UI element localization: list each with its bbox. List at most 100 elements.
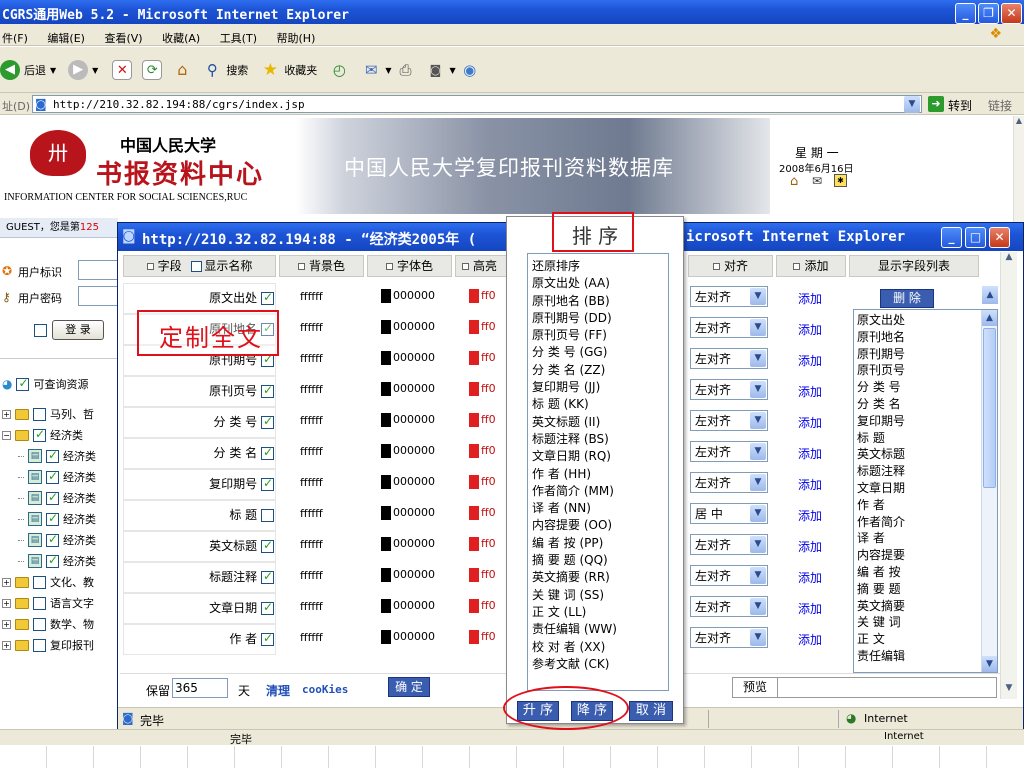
field-list-item[interactable]: 作 者 [857,497,905,514]
sort-list-box[interactable]: 还原排序 原文出处 (AA) 原刊地名 (BB) 原刊期号 (DD) 原刊页号 (FF)… [527,253,669,691]
field-list-scrollbar[interactable]: ▲ ▼ [981,310,997,672]
add-cell[interactable]: 添加 [798,631,822,648]
go-button[interactable]: 转到 [948,97,972,114]
align-select[interactable]: 左对齐 ▼ [690,627,768,648]
highlight-color-cell[interactable]: ff0 [469,413,496,427]
clear-link[interactable]: 清理 [266,682,290,699]
sort-list-item[interactable]: 还原排序 [532,258,617,275]
bg-color-cell[interactable]: ffffff [300,352,323,365]
bg-color-cell[interactable]: ffffff [300,569,323,582]
add-link[interactable]: 添加 [798,416,822,430]
menu-help[interactable]: 帮助(H) [277,32,316,45]
sort-list-item[interactable]: 原刊期号 (DD) [532,310,617,327]
highlight-color-cell[interactable]: ff0 [469,599,496,613]
align-dropdown-icon[interactable]: ▼ [750,567,766,584]
font-color-cell[interactable]: 000000 [381,444,435,458]
sort-list-item[interactable]: 分 类 名 (ZZ) [532,362,617,379]
messenger-icon[interactable]: ◉ [460,60,480,80]
bg-color-cell[interactable]: ffffff [300,321,323,334]
font-color-cell[interactable]: 000000 [381,599,435,613]
user-input[interactable] [78,260,118,280]
highlight-color-cell[interactable]: ff0 [469,506,496,520]
menu-edit[interactable]: 编辑(E) [47,32,85,45]
tree-checkbox[interactable] [46,511,59,526]
history-icon[interactable]: ◴ [329,60,349,80]
add-link[interactable]: 添加 [798,354,822,368]
field-list-item[interactable]: 摘 要 题 [857,581,905,598]
add-cell[interactable]: 添加 [798,476,822,493]
font-color-cell[interactable]: 000000 [381,506,435,520]
bg-color-cell[interactable]: ffffff [300,383,323,396]
align-select[interactable]: 左对齐 ▼ [690,441,768,462]
sort-list-item[interactable]: 校 对 者 (XX) [532,639,617,656]
add-cell[interactable]: 添加 [798,507,822,524]
top-field-scroll-icon[interactable]: ▲ [982,286,998,304]
expand-icon[interactable]: + [2,619,11,629]
field-list-item[interactable]: 分 类 名 [857,396,905,413]
align-select[interactable]: 左对齐 ▼ [690,286,768,307]
align-select[interactable]: 左对齐 ▼ [690,596,768,617]
font-color-cell[interactable]: 000000 [381,475,435,489]
bookmark-small-icon[interactable]: ✱ [834,174,847,187]
align-select[interactable]: 居 中 ▼ [690,503,768,524]
field-list-scroll-down-icon[interactable]: ▼ [982,656,997,672]
popup-scroll-down-icon[interactable]: ▼ [1001,683,1017,699]
sort-list-item[interactable]: 复印期号 (JJ) [532,379,617,396]
stop-icon[interactable]: ✕ [112,60,133,80]
mail-dropdown-icon[interactable]: ▼ [385,66,391,75]
tree-item[interactable]: + 复印报刊 [2,635,94,655]
scroll-up-icon[interactable]: ▲ [1014,116,1024,127]
address-url[interactable]: http://210.32.82.194:88/cgrs/index.jsp [53,98,305,111]
tree-checkbox[interactable] [33,575,46,589]
maximize-icon[interactable]: ❐ [978,3,999,24]
field-list-item[interactable]: 原刊地名 [857,329,905,346]
align-dropdown-icon[interactable]: ▼ [750,319,766,336]
bg-color-cell[interactable]: ffffff [300,507,323,520]
align-dropdown-icon[interactable]: ▼ [750,598,766,615]
search-icon[interactable]: ⚲ [202,60,222,80]
add-link[interactable]: 添加 [798,447,822,461]
cookies-link[interactable]: cooKies [302,683,348,696]
field-list-item[interactable]: 英文标题 [857,446,905,463]
add-link[interactable]: 添加 [798,385,822,399]
highlight-color-cell[interactable]: ff0 [469,630,496,644]
field-visible-checkbox[interactable] [261,476,274,491]
tree-checkbox[interactable] [33,638,46,652]
bg-color-cell[interactable]: ffffff [300,290,323,303]
add-cell[interactable]: 添加 [798,352,822,369]
tree-item[interactable]: ▤ 经济类 [18,446,96,466]
field-list-item[interactable]: 内容提要 [857,547,905,564]
expand-icon[interactable]: + [2,640,11,650]
popup-minimize-icon[interactable]: _ [941,227,962,248]
field-visible-checkbox[interactable] [261,445,274,460]
favorites-label[interactable]: 收藏夹 [284,62,317,78]
field-list-item[interactable]: 原文出处 [857,312,905,329]
add-link[interactable]: 添加 [798,509,822,523]
align-dropdown-icon[interactable]: ▼ [750,443,766,460]
highlight-color-cell[interactable]: ff0 [469,475,496,489]
home-small-icon[interactable]: ⌂ [790,174,798,189]
align-select[interactable]: 左对齐 ▼ [690,410,768,431]
minimize-icon[interactable]: _ [955,3,976,24]
bg-color-cell[interactable]: ffffff [300,476,323,489]
field-list-item[interactable]: 正 文 [857,631,905,648]
edit-icon[interactable]: ◙ [425,60,445,80]
tree-item[interactable]: + 马列、哲 [2,404,94,424]
sort-list-item[interactable]: 标 题 (KK) [532,396,617,413]
login-button[interactable]: 登 录 [52,320,104,340]
bg-color-cell[interactable]: ffffff [300,631,323,644]
tree-item[interactable]: ▤ 经济类 [18,509,96,529]
field-list-item[interactable]: 标题注释 [857,463,905,480]
font-color-cell[interactable]: 000000 [381,630,435,644]
field-list-item[interactable]: 复印期号 [857,413,905,430]
tree-item[interactable]: ▤ 经济类 [18,467,96,487]
add-cell[interactable]: 添加 [798,538,822,555]
align-select[interactable]: 左对齐 ▼ [690,348,768,369]
tree-item[interactable]: + 语言文字 [2,593,94,613]
field-list-item[interactable]: 文章日期 [857,480,905,497]
tree-checkbox[interactable] [46,448,59,463]
mail-small-icon[interactable]: ✉ [812,174,822,188]
field-visible-checkbox[interactable] [261,538,274,553]
sort-list-item[interactable]: 原刊页号 (FF) [532,327,617,344]
sort-list-item[interactable]: 英文标题 (II) [532,414,617,431]
